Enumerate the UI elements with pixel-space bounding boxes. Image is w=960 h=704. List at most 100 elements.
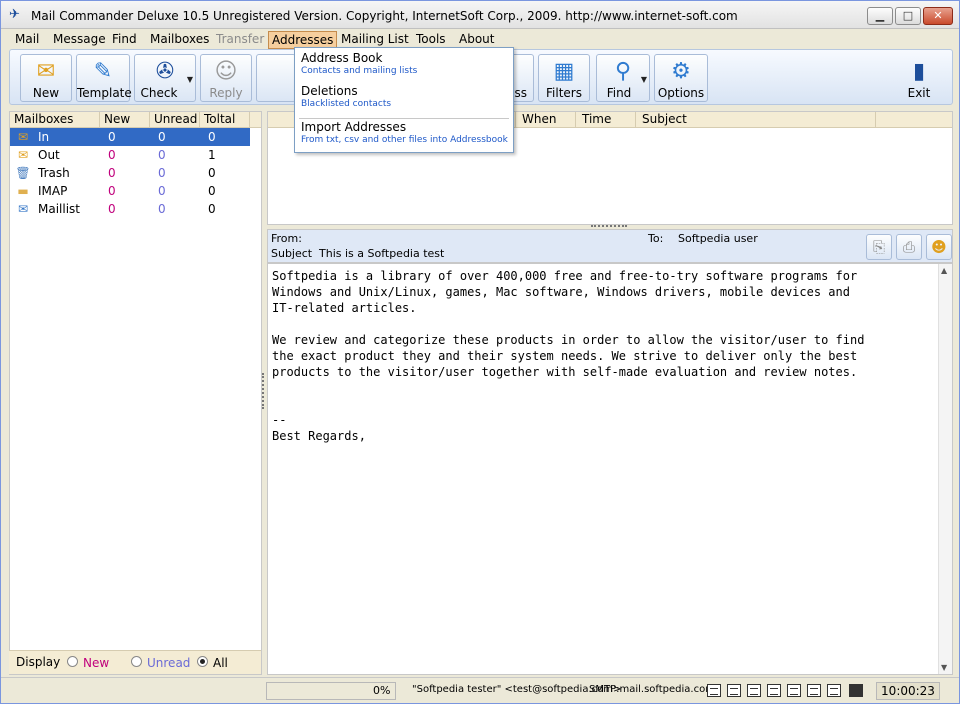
save-icon[interactable] bbox=[849, 684, 863, 697]
close-button[interactable]: ✕ bbox=[923, 7, 953, 25]
forward-button-partial[interactable] bbox=[256, 54, 296, 102]
col-mailboxes[interactable]: Mailboxes bbox=[10, 112, 100, 128]
exit-label: Exit bbox=[907, 86, 931, 100]
maximize-button[interactable]: □ bbox=[895, 7, 921, 25]
mailbox-unread: 0 bbox=[158, 148, 166, 162]
mailbox-name: In bbox=[38, 130, 50, 144]
radio-new[interactable] bbox=[67, 656, 78, 667]
check-button[interactable]: ✇ Check ▼ bbox=[134, 54, 196, 102]
reply-button[interactable]: ☺ Reply bbox=[200, 54, 252, 102]
to-value: Softpedia user bbox=[678, 232, 758, 245]
mailbox-total: 0 bbox=[208, 202, 216, 216]
address-book-label: Address Book bbox=[301, 51, 383, 65]
print-icon[interactable]: ⎙ bbox=[896, 234, 922, 260]
mailbox-total: 1 bbox=[208, 148, 216, 162]
layout-icon-2[interactable] bbox=[727, 684, 741, 697]
display-label: Display bbox=[16, 655, 61, 669]
main-window: ✈ Mail Commander Deluxe 10.5 Unregistere… bbox=[0, 0, 960, 704]
vertical-splitter[interactable] bbox=[262, 373, 265, 409]
check-label: Check bbox=[140, 86, 178, 100]
mailbox-row-trash[interactable]: 🗑 Trash 0 0 0 bbox=[10, 164, 250, 182]
layout-icon-5[interactable] bbox=[787, 684, 801, 697]
attachment-icon[interactable]: ⎘ bbox=[866, 234, 892, 260]
col-subject[interactable]: Subject bbox=[636, 112, 876, 128]
from-label: From: bbox=[271, 232, 302, 245]
subject-value: This is a Softpedia test bbox=[319, 247, 445, 260]
radio-all[interactable] bbox=[197, 656, 208, 667]
template-label: Template bbox=[77, 86, 132, 100]
col-when[interactable]: When bbox=[516, 112, 576, 128]
menu-mail[interactable]: Mail bbox=[12, 31, 42, 49]
scroll-down-icon[interactable]: ▼ bbox=[941, 663, 947, 672]
mailbox-unread: 0 bbox=[158, 202, 166, 216]
mailbox-row-maillist[interactable]: ✉ Maillist 0 0 0 bbox=[10, 200, 250, 218]
message-header: From: To: Softpedia user Subject This is… bbox=[267, 229, 953, 263]
menu-mailboxes[interactable]: Mailboxes bbox=[147, 31, 212, 49]
layout-icon-4[interactable] bbox=[767, 684, 781, 697]
col-time[interactable]: Time bbox=[576, 112, 636, 128]
contact-icon[interactable]: ☻ bbox=[926, 234, 952, 260]
import-addresses-label: Import Addresses bbox=[301, 120, 407, 134]
menu-find[interactable]: Find bbox=[109, 31, 140, 49]
vertical-scrollbar[interactable]: ▲ ▼ bbox=[938, 264, 952, 674]
scroll-up-icon[interactable]: ▲ bbox=[941, 266, 947, 275]
chevron-down-icon[interactable]: ▼ bbox=[187, 75, 193, 84]
exit-door-icon: ▮ bbox=[912, 59, 926, 84]
reply-icon: ☺ bbox=[214, 59, 238, 84]
progress-value: 0% bbox=[373, 684, 391, 697]
gear-icon: ⚙ bbox=[671, 59, 691, 84]
title-bar: ✈ Mail Commander Deluxe 10.5 Unregistere… bbox=[1, 1, 959, 29]
mailbox-row-imap[interactable]: ▬ IMAP 0 0 0 bbox=[10, 182, 250, 200]
template-button[interactable]: ✎ Template bbox=[76, 54, 132, 102]
minimize-button[interactable]: ▁ bbox=[867, 7, 893, 25]
options-button[interactable]: ⚙ Options bbox=[654, 54, 708, 102]
menu-item-address-book[interactable]: Address Book Contacts and mailing lists bbox=[301, 51, 417, 77]
filters-button[interactable]: ▦ Filters bbox=[538, 54, 590, 102]
col-new[interactable]: New bbox=[100, 112, 150, 128]
message-body-text: Softpedia is a library of over 400,000 f… bbox=[272, 269, 865, 443]
window-title: Mail Commander Deluxe 10.5 Unregistered … bbox=[31, 9, 738, 23]
chevron-down-icon[interactable]: ▼ bbox=[641, 75, 647, 84]
layout-icon-1[interactable] bbox=[707, 684, 721, 697]
clock: 10:00:23 bbox=[876, 682, 940, 700]
to-label: To: bbox=[648, 232, 664, 245]
message-body[interactable]: Softpedia is a library of over 400,000 f… bbox=[267, 263, 953, 675]
menu-item-import-addresses[interactable]: Import Addresses From txt, csv and other… bbox=[301, 120, 508, 146]
mailbox-name: Maillist bbox=[38, 202, 80, 216]
menu-transfer[interactable]: Transfer bbox=[213, 31, 267, 49]
options-label: Options bbox=[657, 86, 705, 100]
find-button[interactable]: ⚲ Find ▼ bbox=[596, 54, 650, 102]
menu-item-deletions[interactable]: Deletions Blacklisted contacts bbox=[301, 84, 391, 110]
mailbox-new: 0 bbox=[108, 130, 116, 144]
new-button[interactable]: ✉ New bbox=[20, 54, 72, 102]
reply-label: Reply bbox=[209, 86, 243, 100]
radio-all-label[interactable]: All bbox=[213, 656, 228, 670]
layout-icon-6[interactable] bbox=[807, 684, 821, 697]
deletions-desc: Blacklisted contacts bbox=[301, 99, 392, 109]
layout-icon-7[interactable] bbox=[827, 684, 841, 697]
mailbox-total: 0 bbox=[208, 166, 216, 180]
menu-bar: Mail Message Find Mailboxes Transfer Add… bbox=[1, 29, 959, 49]
mailboxes-pane: Mailboxes New Unread Toltal ✉ In 0 0 0 ✉… bbox=[9, 111, 262, 675]
filters-icon: ▦ bbox=[553, 59, 575, 84]
radio-new-label[interactable]: New bbox=[83, 656, 109, 670]
folder-icon: ▬ bbox=[17, 184, 29, 198]
import-addresses-desc: From txt, csv and other files into Addre… bbox=[301, 135, 508, 145]
mailbox-row-in[interactable]: ✉ In 0 0 0 bbox=[10, 128, 250, 146]
mailbox-name: IMAP bbox=[38, 184, 68, 198]
inbox-icon: ✉ bbox=[17, 130, 29, 144]
template-icon: ✎ bbox=[93, 59, 113, 84]
col-unread[interactable]: Unread bbox=[150, 112, 200, 128]
mailbox-unread: 0 bbox=[158, 166, 166, 180]
layout-icon-3[interactable] bbox=[747, 684, 761, 697]
radio-unread-label[interactable]: Unread bbox=[147, 656, 190, 670]
mailbox-new: 0 bbox=[108, 184, 116, 198]
radio-unread[interactable] bbox=[131, 656, 142, 667]
mailbox-total: 0 bbox=[208, 184, 216, 198]
mailbox-new: 0 bbox=[108, 166, 116, 180]
mailbox-new: 0 bbox=[108, 202, 116, 216]
menu-message[interactable]: Message bbox=[50, 31, 109, 49]
exit-button[interactable]: ▮ Exit bbox=[894, 54, 944, 102]
col-total[interactable]: Toltal bbox=[200, 112, 250, 128]
mailbox-row-out[interactable]: ✉ Out 0 0 1 bbox=[10, 146, 250, 164]
